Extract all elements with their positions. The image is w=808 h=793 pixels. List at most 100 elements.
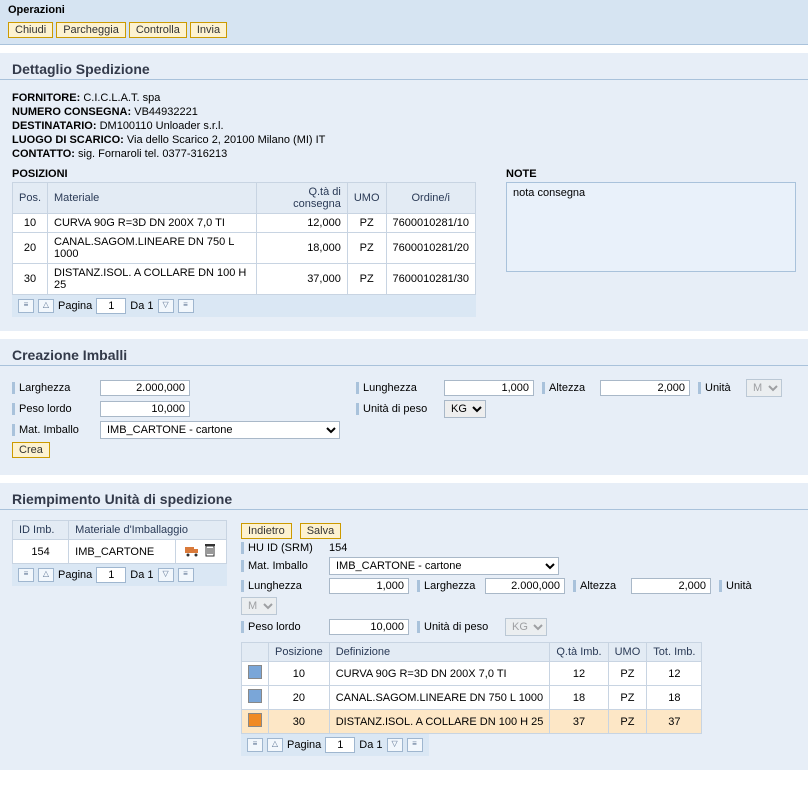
park-button[interactable]: Parcheggia (56, 22, 126, 38)
hu-id: 154 (13, 540, 69, 564)
cell-tot: 18 (647, 686, 702, 710)
fill-paginator: ≡ △ Pagina Da 1 ▽ ≡ (241, 734, 429, 756)
note-text: nota consegna (513, 187, 585, 199)
pager-last-icon[interactable]: ≡ (407, 738, 423, 752)
r-unit-label: Unità (719, 580, 759, 592)
table-row[interactable]: 20CANAL.SAGOM.LINEARE DN 750 L 100018,00… (13, 233, 476, 264)
r-wunit-select[interactable]: KG (505, 618, 547, 636)
gross-input[interactable] (100, 401, 190, 417)
pager-page-input[interactable] (96, 298, 126, 314)
cell-mat: DISTANZ.ISOL. A COLLARE DN 100 H 25 (48, 264, 257, 295)
create-packaging-section: Creazione Imballi Larghezza Lunghezza Al… (0, 339, 808, 475)
cell-qty: 18,000 (257, 233, 348, 264)
delivery-label: NUMERO CONSEGNA: (12, 106, 131, 118)
trash-icon[interactable] (204, 548, 216, 560)
cell-pos: 30 (269, 710, 330, 734)
r-gross-label: Peso lordo (241, 621, 321, 633)
cell-ord: 7600010281/30 (386, 264, 475, 295)
r-height-label: Altezza (573, 580, 623, 592)
contact-value: sig. Fornaroli tel. 0377-316213 (78, 148, 227, 160)
table-row[interactable]: 30DISTANZ.ISOL. A COLLARE DN 100 H 2537P… (242, 710, 702, 734)
table-row[interactable]: 30DISTANZ.ISOL. A COLLARE DN 100 H 2537,… (13, 264, 476, 295)
cell-qty: 12 (550, 662, 608, 686)
back-button[interactable]: Indietro (241, 523, 292, 539)
table-row[interactable]: 10CURVA 90G R=3D DN 200X 7,0 TI12,000PZ7… (13, 214, 476, 233)
pager-next-icon[interactable]: ▽ (158, 568, 174, 582)
gross-label: Peso lordo (12, 403, 92, 415)
height-input[interactable] (600, 380, 690, 396)
r-length-input[interactable] (329, 578, 409, 594)
r-length-label: Lunghezza (241, 580, 321, 592)
cell-pos: 20 (13, 233, 48, 264)
create-button[interactable]: Crea (12, 442, 50, 458)
cell-pos: 30 (13, 264, 48, 295)
shipment-detail-title: Dettaglio Spedizione (0, 53, 808, 80)
unit-select[interactable]: M (746, 379, 782, 397)
r-mat-select[interactable]: IMB_CARTONE - cartone (329, 557, 559, 575)
cell-mat: CURVA 90G R=3D DN 200X 7,0 TI (48, 214, 257, 233)
save-button[interactable]: Salva (300, 523, 342, 539)
unload-value: Via dello Scarico 2, 20100 Milano (MI) I… (127, 134, 326, 146)
pager-page-label: Pagina (58, 300, 92, 312)
weight-unit-select[interactable]: KG (444, 400, 486, 418)
r-unit-select[interactable]: M (241, 597, 277, 615)
r-wunit-label: Unità di peso (417, 621, 497, 633)
length-input[interactable] (444, 380, 534, 396)
fcol-qty: Q.tà Imb. (550, 643, 608, 662)
pager-first-icon[interactable]: ≡ (18, 299, 34, 313)
r-mat-label: Mat. Imballo (241, 560, 321, 572)
pager-prev-icon[interactable]: △ (38, 299, 54, 313)
r-gross-input[interactable] (329, 619, 409, 635)
pager-page-input[interactable] (96, 567, 126, 583)
close-button[interactable]: Chiudi (8, 22, 53, 38)
col-mat: Materiale (48, 183, 257, 214)
pager-last-icon[interactable]: ≡ (178, 568, 194, 582)
send-button[interactable]: Invia (190, 22, 227, 38)
unit-label: Unità (698, 382, 738, 394)
operations-title: Operazioni (8, 4, 800, 16)
width-input[interactable] (100, 380, 190, 396)
positions-title: POSIZIONI (12, 168, 476, 180)
cell-def: CANAL.SAGOM.LINEARE DN 750 L 1000 (329, 686, 550, 710)
cell-mat: CANAL.SAGOM.LINEARE DN 750 L 1000 (48, 233, 257, 264)
truck-icon[interactable] (185, 548, 204, 560)
pager-next-icon[interactable]: ▽ (387, 738, 403, 752)
hu-list-panel: ID Imb. Materiale d'Imballaggio 154 IMB_… (12, 520, 227, 586)
cell-tot: 37 (647, 710, 702, 734)
cell-umo: PZ (608, 662, 647, 686)
weight-unit-label: Unità di peso (356, 403, 436, 415)
pager-last-icon[interactable]: ≡ (178, 299, 194, 313)
r-width-input[interactable] (485, 578, 565, 594)
cell-qty: 18 (550, 686, 608, 710)
fcol-pos: Posizione (269, 643, 330, 662)
cell-umo: PZ (347, 233, 386, 264)
length-label: Lunghezza (356, 382, 436, 394)
dest-value: DM100110 Unloader s.r.l. (100, 120, 224, 132)
positions-block: POSIZIONI Pos. Materiale Q.tà di consegn… (12, 168, 476, 317)
pager-first-icon[interactable]: ≡ (18, 568, 34, 582)
fcol-umo: UMO (608, 643, 647, 662)
width-label: Larghezza (12, 382, 92, 394)
pager-of-label: Da 1 (130, 569, 153, 581)
pager-prev-icon[interactable]: △ (38, 568, 54, 582)
col-ord: Ordine/i (386, 183, 475, 214)
pager-of-label: Da 1 (359, 739, 382, 751)
hu-row[interactable]: 154 IMB_CARTONE (13, 540, 227, 564)
fcol-tot: Tot. Imb. (647, 643, 702, 662)
pager-page-input[interactable] (325, 737, 355, 753)
huid-value: 154 (329, 542, 347, 554)
note-textarea[interactable]: nota consegna (506, 182, 796, 272)
pager-first-icon[interactable]: ≡ (247, 738, 263, 752)
fill-table: Posizione Definizione Q.tà Imb. UMO Tot.… (241, 642, 702, 734)
pager-prev-icon[interactable]: △ (267, 738, 283, 752)
pack-material-select[interactable]: IMB_CARTONE - cartone (100, 421, 340, 439)
table-row[interactable]: 10CURVA 90G R=3D DN 200X 7,0 TI12PZ12 (242, 662, 702, 686)
cell-qty: 37 (550, 710, 608, 734)
pager-next-icon[interactable]: ▽ (158, 299, 174, 313)
r-height-input[interactable] (631, 578, 711, 594)
check-button[interactable]: Controlla (129, 22, 187, 38)
hu-col-id: ID Imb. (13, 521, 69, 540)
cell-ord: 7600010281/20 (386, 233, 475, 264)
operations-header: Operazioni Chiudi Parcheggia Controlla I… (0, 0, 808, 45)
table-row[interactable]: 20CANAL.SAGOM.LINEARE DN 750 L 100018PZ1… (242, 686, 702, 710)
